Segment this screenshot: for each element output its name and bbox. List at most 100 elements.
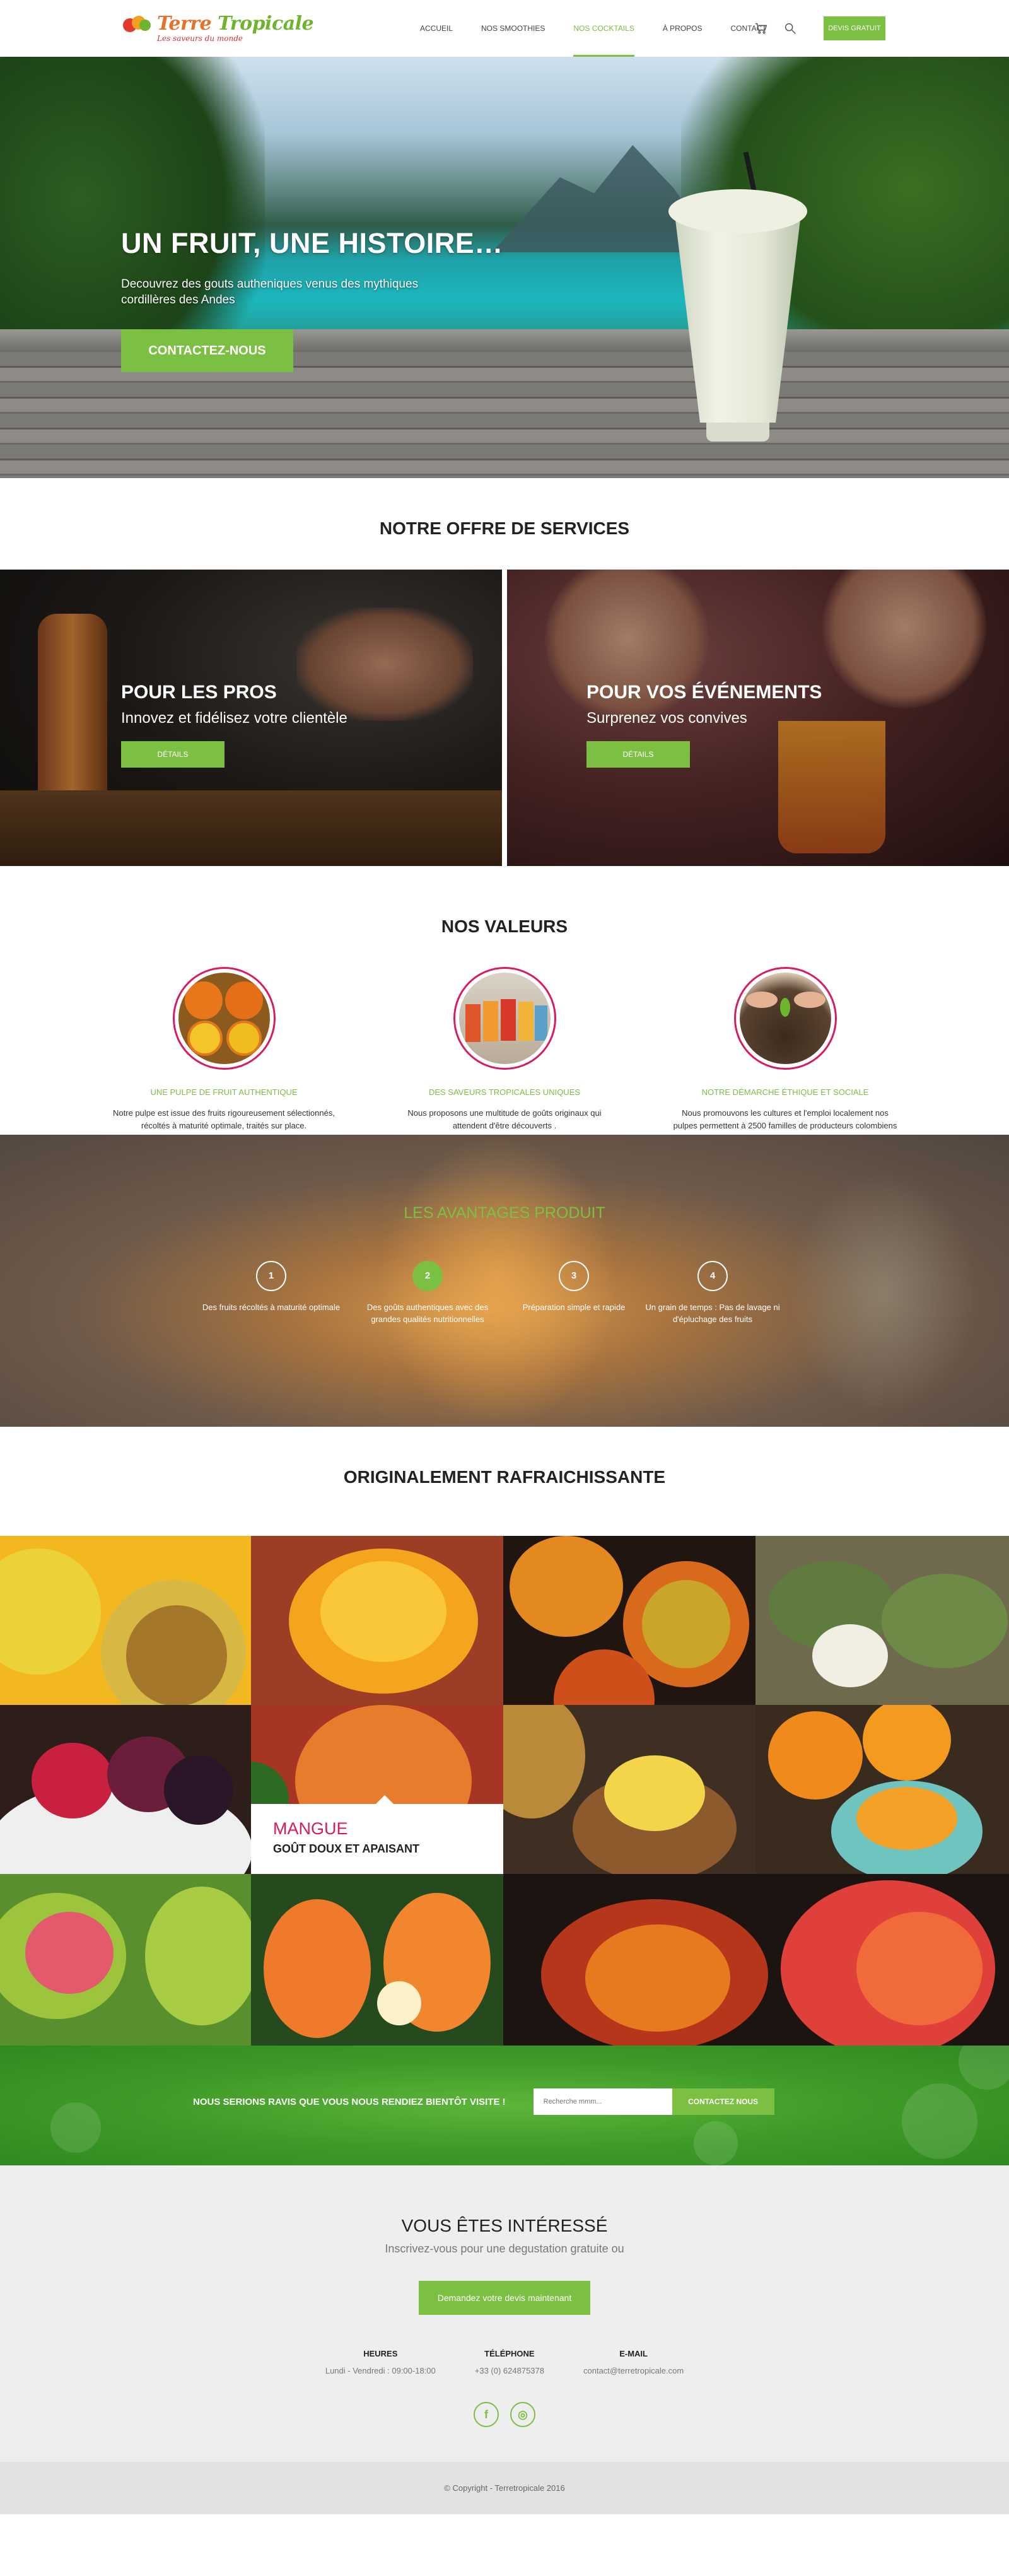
hero-title: UN FRUIT, UNE HISTOIRE…	[121, 227, 503, 259]
social-links: f ◎	[0, 2402, 1009, 2427]
service-evt-title: Pour vos événements	[586, 682, 822, 703]
info-value[interactable]: contact@terretropicale.com	[583, 2366, 684, 2375]
valeur-image-frame	[733, 967, 837, 1070]
service-card-evenements: Pour vos événements Surprenez vos conviv…	[507, 570, 1009, 866]
highlight-fruit-desc: Goût doux et apaisant	[273, 1842, 420, 1855]
logo-fruit-icon	[123, 15, 152, 33]
nav-smoothies[interactable]: Nos Smoothies	[481, 0, 545, 57]
cocktails-image	[458, 973, 551, 1064]
info-value: Lundi - Vendredi : 09:00-18:00	[325, 2366, 436, 2375]
info-phone: Téléphone +33 (0) 624875378	[475, 2349, 544, 2375]
fruit-tile-passion-fruit[interactable]	[0, 1536, 251, 1705]
service-pros-subtitle: Innovez et fidélisez votre clientèle	[121, 710, 347, 727]
contact-title: Vous êtes intéressé	[401, 2216, 608, 2235]
valeur-item: Notre démarche éthique et sociale Nous p…	[672, 967, 899, 1135]
cart-icon[interactable]	[754, 21, 768, 35]
valeur-image-frame	[453, 967, 556, 1070]
step-number: 3	[559, 1261, 589, 1291]
services-title: Notre offre de services	[379, 518, 630, 538]
fruit-tile-soursop[interactable]	[755, 1536, 1009, 1705]
site-header: Terre Tropicale Les saveurs du monde Acc…	[0, 0, 1009, 57]
contact-subtitle: Inscrivez-vous pour une degustation grat…	[385, 2242, 624, 2255]
valeur-item: Une pulpe de fruit authentique Notre pul…	[110, 967, 337, 1135]
avantage-step: 4 Un grain de temps : Pas de lavage ni d…	[637, 1261, 788, 1325]
cta-form: Nous serions ravis que vous nous rendiez…	[193, 2088, 774, 2115]
avantage-step: 1 Des fruits récoltés à maturité optimal…	[195, 1261, 347, 1313]
valeur-text: Nous proposons une multitude de goûts or…	[407, 1108, 602, 1130]
fruit-tile-guava[interactable]	[0, 1874, 251, 2046]
contact-infos: Heures Lundi - Vendredi : 09:00-18:00 Té…	[0, 2349, 1009, 2375]
step-text: Un grain de temps : Pas de lavage ni d'é…	[645, 1303, 780, 1324]
step-text: Préparation simple et rapide	[522, 1303, 626, 1312]
service-evt-subtitle: Surprenez vos convives	[586, 710, 747, 727]
copyright-text: © Copyright - Terretropicale 2016	[444, 2483, 565, 2493]
hero-banner: UN FRUIT, UNE HISTOIRE… Decouvrez des go…	[0, 57, 1009, 478]
bokeh-circle	[694, 2121, 738, 2165]
nav-accueil[interactable]: Accueil	[420, 0, 453, 57]
nav-cocktails[interactable]: Nos Cocktails	[573, 0, 634, 57]
info-label: Heures	[363, 2349, 398, 2358]
nav-a-propos[interactable]: À Propos	[663, 0, 703, 57]
valeurs-title: Nos valeurs	[441, 916, 568, 936]
main-nav: Accueil Nos Smoothies Nos Cocktails À Pr…	[420, 0, 795, 57]
info-value[interactable]: +33 (0) 624875378	[475, 2366, 544, 2375]
avantage-step: 3 Préparation simple et rapide	[498, 1261, 650, 1313]
search-icon[interactable]	[783, 21, 797, 35]
valeur-title: Notre démarche éthique et sociale	[701, 1087, 869, 1097]
avantages-section: Les avantages produit 1 Des fruits récol…	[0, 1135, 1009, 1427]
service-pros-content: Pour les pros Innovez et fidélisez votre…	[121, 682, 347, 768]
highlight-label: Mangue Goût doux et apaisant	[251, 1795, 503, 1874]
cta-contact-button[interactable]: Contactez nous	[672, 2088, 774, 2115]
hero-contact-button[interactable]: Contactez-nous	[121, 329, 293, 372]
services-section: Pour les pros Innovez et fidélisez votre…	[0, 570, 1009, 866]
valeur-text: Notre pulpe est issue des fruits rigoure…	[113, 1108, 335, 1130]
service-evt-details-button[interactable]: Détails	[586, 741, 690, 768]
info-email: E-mail contact@terretropicale.com	[583, 2349, 684, 2375]
fruit-tile-pineapple[interactable]	[503, 1705, 755, 1874]
logo[interactable]: Terre Tropicale Les saveurs du monde	[123, 15, 314, 43]
valeur-image-frame	[172, 967, 276, 1070]
step-number: 4	[697, 1261, 728, 1291]
step-text: Des fruits récoltés à maturité optimale	[202, 1303, 341, 1312]
bokeh-circle	[50, 2102, 101, 2153]
instagram-icon[interactable]: ◎	[510, 2402, 535, 2427]
bokeh-circle	[902, 2083, 977, 2159]
fruit-tile-mandarin[interactable]	[755, 1705, 1009, 1874]
fruit-tile-mango[interactable]	[251, 1536, 503, 1705]
step-number: 2	[412, 1261, 443, 1291]
devis-gratuit-button[interactable]: Devis Gratuit	[824, 16, 885, 40]
info-label: E-mail	[619, 2349, 648, 2358]
service-pros-title: Pour les pros	[121, 682, 277, 703]
valeur-title: Une pulpe de fruit authentique	[150, 1087, 298, 1097]
site-footer: © Copyright - Terretropicale 2016	[0, 2462, 1009, 2514]
fruit-grid: Mangue Goût doux et apaisant	[0, 1536, 1009, 2046]
hero-content: UN FRUIT, UNE HISTOIRE… Decouvrez des go…	[121, 227, 503, 372]
step-text: Des goûts authentiques avec des grandes …	[366, 1303, 489, 1324]
info-hours: Heures Lundi - Vendredi : 09:00-18:00	[325, 2349, 436, 2375]
seedling-hands-image	[739, 973, 831, 1064]
valeurs-section: Une pulpe de fruit authentique Notre pul…	[0, 967, 1009, 1135]
hero-smoothie-glass	[668, 151, 807, 454]
bokeh-circle	[959, 2046, 1009, 2090]
fruit-tile-papaya[interactable]	[251, 1874, 503, 2046]
avantages-title: Les avantages produit	[404, 1204, 605, 1222]
valeur-item: Des saveurs tropicales uniques Nous prop…	[391, 967, 618, 1135]
fruit-tile-tamarillo[interactable]	[503, 1536, 755, 1705]
valeur-title: Des saveurs tropicales uniques	[428, 1087, 581, 1097]
facebook-icon[interactable]: f	[474, 2402, 499, 2427]
fruit-tile-berries[interactable]	[0, 1705, 251, 1874]
devis-request-button[interactable]: Demandez votre devis maintenant	[419, 2281, 590, 2315]
logo-tagline: Les saveurs du monde	[157, 34, 243, 43]
highlight-fruit-name: Mangue	[273, 1819, 348, 1838]
visit-cta-section: Nous serions ravis que vous nous rendiez…	[0, 2046, 1009, 2165]
service-pros-details-button[interactable]: Détails	[121, 741, 225, 768]
cta-input[interactable]	[533, 2088, 672, 2115]
service-evt-content: Pour vos événements Surprenez vos conviv…	[586, 682, 822, 768]
valeur-text: Nous promouvons les cultures et l'emploi…	[673, 1108, 897, 1130]
cta-text: Nous serions ravis que vous nous rendiez…	[193, 2096, 506, 2107]
hero-subtitle: Decouvrez des gouts autheniques venus de…	[121, 278, 419, 307]
fruit-tile-tamarillo-2[interactable]	[503, 1874, 1009, 2046]
info-label: Téléphone	[484, 2349, 535, 2358]
service-card-pros: Pour les pros Innovez et fidélisez votre…	[0, 570, 502, 866]
step-number: 1	[256, 1261, 286, 1291]
